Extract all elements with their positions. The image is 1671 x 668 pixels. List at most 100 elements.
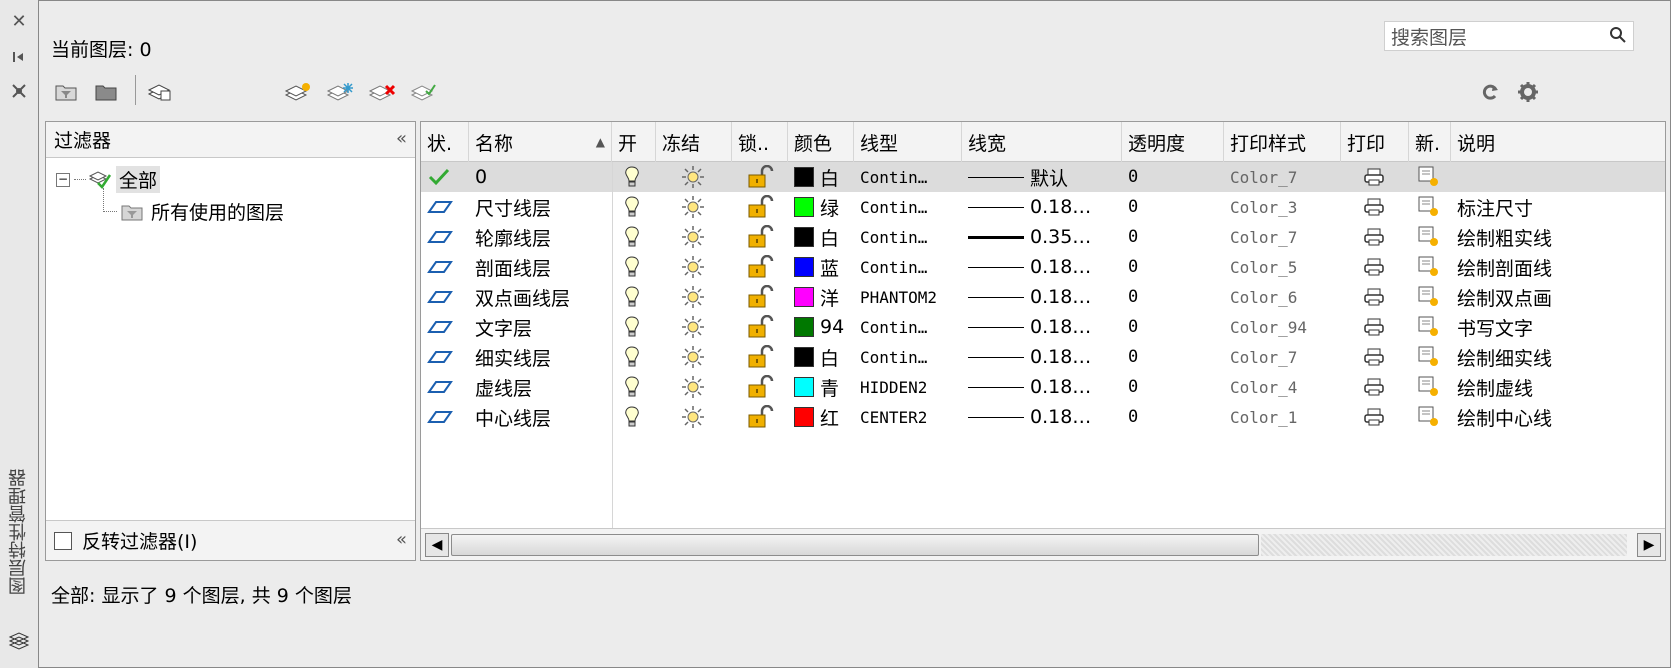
layer-name[interactable]: 双点画线层 [469,282,612,312]
layer-thaw-sun-icon[interactable] [656,192,732,222]
layer-lineweight[interactable]: 0.35… [962,222,1122,252]
layer-transparency[interactable]: 0 [1122,222,1224,252]
layer-on-bulb-icon[interactable] [612,162,656,192]
col-header-lineweight[interactable]: 线宽 [962,122,1122,162]
layer-status-icon[interactable] [421,372,469,402]
tree-expand-icon[interactable]: − [56,172,70,187]
layer-on-bulb-icon[interactable] [612,342,656,372]
scroll-left-icon[interactable]: ◀ [425,533,449,557]
layer-color-cell[interactable]: 青 [788,372,854,402]
layer-color-cell[interactable]: 白 [788,222,854,252]
layer-color-cell[interactable]: 94 [788,312,854,342]
layer-color-cell[interactable]: 绿 [788,192,854,222]
layer-unlock-icon[interactable] [732,222,788,252]
col-header-name[interactable]: 名称 ▲ [469,122,612,162]
layer-transparency[interactable]: 0 [1122,342,1224,372]
new-vp-freeze-icon[interactable] [1409,402,1451,432]
refresh-icon[interactable] [1475,79,1505,105]
set-current-icon[interactable] [409,79,439,105]
layer-lineweight[interactable]: 0.18… [962,372,1122,402]
layer-row[interactable]: 中心线层 红 CENTER2 0.18… 0 Color_1 绘制中心线 [421,402,1665,432]
layer-status-icon[interactable] [421,282,469,312]
plot-printer-icon[interactable] [1341,402,1409,432]
layer-lineweight[interactable]: 0.18… [962,282,1122,312]
layer-plot-style[interactable]: Color_5 [1224,252,1341,282]
layer-transparency[interactable]: 0 [1122,192,1224,222]
layer-unlock-icon[interactable] [732,312,788,342]
layer-transparency[interactable]: 0 [1122,402,1224,432]
col-header-color[interactable]: 颜色 [788,122,854,162]
delete-layer-icon[interactable] [367,79,397,105]
new-vp-freeze-icon[interactable] [1409,252,1451,282]
layer-lineweight[interactable]: 0.18… [962,402,1122,432]
layer-linetype[interactable]: Contin… [854,312,962,342]
layer-linetype[interactable]: Contin… [854,162,962,192]
layer-row[interactable]: 剖面线层 蓝 Contin… 0.18… 0 Color_5 绘制剖面线 [421,252,1665,282]
close-icon[interactable]: ✕ [6,8,32,34]
layer-thaw-sun-icon[interactable] [656,162,732,192]
layer-name[interactable]: 虚线层 [469,372,612,402]
layer-status-icon[interactable] [421,312,469,342]
layer-linetype[interactable]: Contin… [854,192,962,222]
layer-transparency[interactable]: 0 [1122,252,1224,282]
layer-on-bulb-icon[interactable] [612,252,656,282]
layer-name[interactable]: 0 [469,162,612,192]
layer-name[interactable]: 细实线层 [469,342,612,372]
new-property-filter-icon[interactable] [51,79,81,105]
layer-thaw-sun-icon[interactable] [656,342,732,372]
horizontal-scrollbar[interactable]: ◀ ▶ [421,528,1665,560]
layer-description[interactable] [1451,162,1665,192]
col-header-plot[interactable]: 打印 [1341,122,1409,162]
new-group-filter-icon[interactable] [91,79,121,105]
layer-on-bulb-icon[interactable] [612,222,656,252]
layer-color-cell[interactable]: 白 [788,162,854,192]
plot-printer-icon[interactable] [1341,282,1409,312]
plot-printer-icon[interactable] [1341,372,1409,402]
col-header-linetype[interactable]: 线型 [854,122,962,162]
layer-transparency[interactable]: 0 [1122,372,1224,402]
col-header-new-vp-freeze[interactable]: 新. [1409,122,1451,162]
plot-printer-icon[interactable] [1341,222,1409,252]
layer-plot-style[interactable]: Color_4 [1224,372,1341,402]
layer-description[interactable]: 绘制剖面线 [1451,252,1665,282]
layer-states-manager-icon[interactable] [145,79,175,105]
layer-linetype[interactable]: Contin… [854,342,962,372]
layer-row[interactable]: 0 白 Contin… 默认 0 Color_7 [421,162,1665,192]
layer-lineweight[interactable]: 默认 [962,162,1122,192]
new-vp-frozen-layer-icon[interactable] [325,79,355,105]
search-layer-input[interactable]: 搜索图层 [1384,21,1634,51]
properties-icon[interactable] [6,78,32,104]
plot-printer-icon[interactable] [1341,252,1409,282]
col-header-lock[interactable]: 锁.. [732,122,788,162]
layer-linetype[interactable]: PHANTOM2 [854,282,962,312]
col-header-on[interactable]: 开 [612,122,656,162]
layer-thaw-sun-icon[interactable] [656,282,732,312]
tree-node-all-used[interactable]: 所有使用的图层 [103,198,284,225]
auto-hide-icon[interactable] [6,44,32,70]
layer-thaw-sun-icon[interactable] [656,252,732,282]
layer-row[interactable]: 虚线层 青 HIDDEN2 0.18… 0 Color_4 绘制虚线 [421,372,1665,402]
layer-status-icon[interactable] [421,252,469,282]
layer-thaw-sun-icon[interactable] [656,312,732,342]
layer-status-icon[interactable] [421,192,469,222]
layer-on-bulb-icon[interactable] [612,192,656,222]
layer-status-icon[interactable] [421,222,469,252]
layer-transparency[interactable]: 0 [1122,162,1224,192]
layer-linetype[interactable]: CENTER2 [854,402,962,432]
collapse-filter-icon[interactable]: « [396,128,407,149]
layer-description[interactable]: 标注尺寸 [1451,192,1665,222]
layer-plot-style[interactable]: Color_7 [1224,162,1341,192]
layer-linetype[interactable]: Contin… [854,252,962,282]
layer-description[interactable]: 绘制粗实线 [1451,222,1665,252]
layer-plot-style[interactable]: Color_7 [1224,222,1341,252]
col-header-plot-style[interactable]: 打印样式 [1224,122,1341,162]
layer-color-cell[interactable]: 红 [788,402,854,432]
layer-lineweight[interactable]: 0.18… [962,192,1122,222]
new-vp-freeze-icon[interactable] [1409,162,1451,192]
plot-printer-icon[interactable] [1341,312,1409,342]
tree-node-all[interactable]: − 全部 [56,166,161,193]
layer-lineweight[interactable]: 0.18… [962,342,1122,372]
layer-unlock-icon[interactable] [732,372,788,402]
layer-row[interactable]: 双点画线层 洋 PHANTOM2 0.18… 0 Color_6 绘制双点画 [421,282,1665,312]
layer-thaw-sun-icon[interactable] [656,222,732,252]
